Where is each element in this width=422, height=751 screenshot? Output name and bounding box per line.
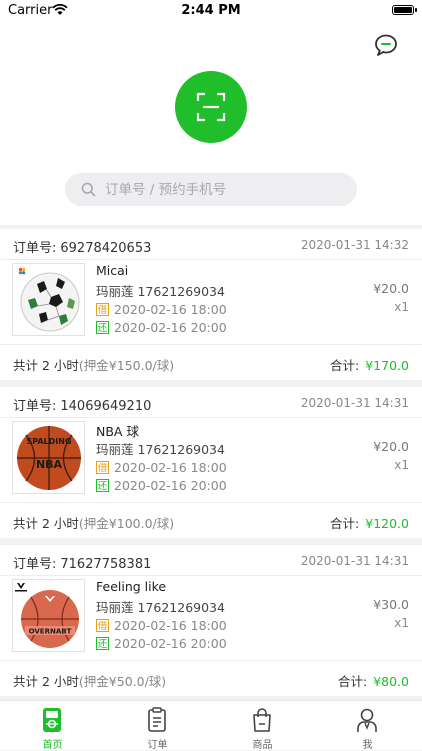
search-icon: [81, 182, 96, 197]
customer-info: 玛丽莲 17621269034: [96, 442, 225, 457]
scan-button[interactable]: [175, 71, 247, 143]
item-price: ¥20.0: [373, 281, 409, 296]
item-price: ¥30.0: [373, 597, 409, 612]
return-time: 2020-02-16 20:00: [114, 636, 227, 651]
product-image-basketball: SPALDING NBA: [12, 421, 85, 494]
message-icon[interactable]: [373, 33, 399, 57]
tab-products-label: 商品: [252, 740, 273, 751]
tab-me-label: 我: [362, 740, 373, 751]
borrow-time: 2020-02-16 18:00: [114, 618, 227, 633]
borrow-row: 借 2020-02-16 18:00: [96, 615, 227, 633]
order-total: 合计: ¥80.0: [337, 674, 409, 689]
header: [0, 22, 422, 225]
search-input[interactable]: [105, 173, 345, 206]
borrow-row: 借 2020-02-16 18:00: [96, 457, 227, 475]
order-summary: 共计 2 小时(押金¥150.0/球): [13, 358, 175, 373]
battery-icon: [392, 5, 414, 15]
product-name: NBA 球: [96, 424, 139, 439]
item-quantity: x1: [394, 300, 409, 314]
order-date: 2020-01-31 14:32: [300, 238, 409, 252]
order-card[interactable]: 订单号: 69278420653 2020-01-31 14:32 Micai 玛…: [0, 229, 422, 380]
profile-icon: [357, 708, 377, 732]
home-icon: [43, 708, 61, 732]
return-tag: 还: [96, 637, 109, 650]
return-time: 2020-02-16 20:00: [114, 478, 227, 493]
item-quantity: x1: [394, 616, 409, 630]
svg-text:SPALDING: SPALDING: [26, 437, 71, 446]
order-card[interactable]: 订单号: 14069649210 2020-01-31 14:31 SPALDIN…: [0, 387, 422, 538]
return-row: 还 2020-02-16 20:00: [96, 633, 227, 651]
borrow-tag: 借: [96, 461, 109, 474]
tab-home[interactable]: 首页: [0, 701, 105, 751]
clock: 2:44 PM: [181, 3, 241, 18]
product-image-soccer-ball: [12, 263, 85, 336]
customer-info: 玛丽莲 17621269034: [96, 284, 225, 299]
order-footer: 共计 2 小时(押金¥50.0/球) 合计: ¥80.0: [0, 660, 422, 697]
order-summary: 共计 2 小时(押金¥50.0/球): [13, 674, 167, 689]
customer-info: 玛丽莲 17621269034: [96, 600, 225, 615]
return-row: 还 2020-02-16 20:00: [96, 317, 227, 335]
borrow-row: 借 2020-02-16 18:00: [96, 299, 227, 317]
item-price: ¥20.0: [373, 439, 409, 454]
order-number: 订单号: 69278420653: [13, 241, 152, 256]
borrow-tag: 借: [96, 619, 109, 632]
tab-orders-label: 订单: [147, 740, 168, 751]
order-header: 订单号: 69278420653 2020-01-31 14:32: [0, 229, 422, 260]
borrow-tag: 借: [96, 303, 109, 316]
return-row: 还 2020-02-16 20:00: [96, 475, 227, 493]
product-name: Micai: [96, 263, 129, 278]
order-number: 订单号: 14069649210: [13, 399, 152, 414]
search-bar[interactable]: [65, 173, 357, 206]
order-footer: 共计 2 小时(押金¥100.0/球) 合计: ¥120.0: [0, 502, 422, 539]
product-image-basketball: OVERNABT: [12, 579, 85, 652]
order-summary: 共计 2 小时(押金¥100.0/球): [13, 516, 175, 531]
tab-orders[interactable]: 订单: [105, 701, 210, 751]
product-name: Feeling like: [96, 579, 167, 594]
tab-home-label: 首页: [42, 740, 63, 751]
order-date: 2020-01-31 14:31: [300, 396, 409, 410]
order-card[interactable]: 订单号: 71627758381 2020-01-31 14:31 OVERNAB…: [0, 545, 422, 696]
bag-icon: [253, 708, 271, 732]
order-footer: 共计 2 小时(押金¥150.0/球) 合计: ¥170.0: [0, 344, 422, 381]
order-icon: [148, 707, 166, 732]
tab-bar: 首页 订单 商品 我: [0, 700, 422, 751]
return-tag: 还: [96, 479, 109, 492]
order-header: 订单号: 71627758381 2020-01-31 14:31: [0, 545, 422, 576]
item-quantity: x1: [394, 458, 409, 472]
svg-text:NBA: NBA: [36, 458, 63, 471]
scan-icon: [196, 92, 226, 122]
order-total: 合计: ¥170.0: [330, 358, 409, 373]
tab-me[interactable]: 我: [315, 701, 420, 751]
return-time: 2020-02-16 20:00: [114, 320, 227, 335]
order-header: 订单号: 14069649210 2020-01-31 14:31: [0, 387, 422, 418]
order-total: 合计: ¥120.0: [330, 516, 409, 531]
borrow-time: 2020-02-16 18:00: [114, 302, 227, 317]
status-bar: Carrier 2:44 PM: [0, 0, 422, 22]
return-tag: 还: [96, 321, 109, 334]
borrow-time: 2020-02-16 18:00: [114, 460, 227, 475]
svg-text:OVERNABT: OVERNABT: [29, 628, 72, 636]
battery-tip: [415, 8, 417, 12]
tab-products[interactable]: 商品: [210, 701, 315, 751]
order-number: 订单号: 71627758381: [13, 557, 152, 572]
order-date: 2020-01-31 14:31: [300, 554, 409, 568]
